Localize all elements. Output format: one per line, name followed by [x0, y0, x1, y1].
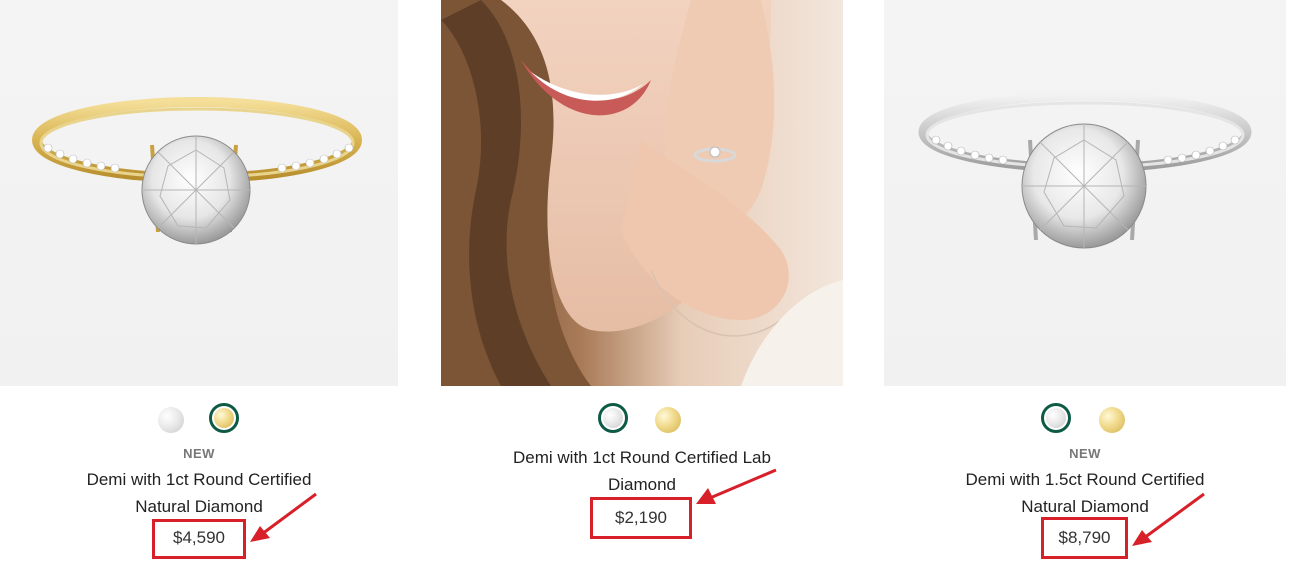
- product-title[interactable]: Demi with 1ct Round Certified Lab Diamon…: [441, 444, 843, 498]
- product-title[interactable]: Demi with 1ct Round Certified Natural Di…: [0, 466, 398, 520]
- swatch-yellow-gold[interactable]: [1097, 405, 1127, 435]
- white-gold-swatch-icon: [603, 408, 623, 428]
- product-title-line-2: Natural Diamond: [1021, 497, 1149, 516]
- product-card-1[interactable]: NEW Demi with 1ct Round Certified Natura…: [0, 0, 398, 576]
- product-title-line-1: Demi with 1ct Round Certified Lab: [513, 448, 771, 467]
- white-gold-swatch-icon: [158, 407, 184, 433]
- product-image-white-gold-ring[interactable]: [884, 0, 1286, 386]
- swatch-white-gold[interactable]: [1041, 403, 1071, 433]
- new-badge: NEW: [1069, 446, 1101, 461]
- product-image-model[interactable]: [441, 0, 843, 386]
- product-price: $4,590: [152, 519, 246, 559]
- product-title-line-1: Demi with 1.5ct Round Certified: [965, 470, 1205, 489]
- metal-swatches: [884, 403, 1286, 437]
- yellow-gold-swatch-icon: [214, 408, 234, 428]
- product-price: $2,190: [590, 497, 692, 539]
- product-card-2[interactable]: Demi with 1ct Round Certified Lab Diamon…: [441, 0, 843, 576]
- white-gold-swatch-icon: [1046, 408, 1066, 428]
- swatch-yellow-gold[interactable]: [209, 403, 239, 433]
- yellow-gold-swatch-icon: [655, 407, 681, 433]
- product-image-gold-ring[interactable]: [0, 0, 398, 386]
- product-price: $8,790: [1041, 517, 1128, 559]
- product-title-line-2: Natural Diamond: [135, 497, 263, 516]
- product-card-3[interactable]: NEW Demi with 1.5ct Round Certified Natu…: [884, 0, 1286, 576]
- yellow-gold-swatch-icon: [1099, 407, 1125, 433]
- swatch-white-gold[interactable]: [156, 405, 186, 435]
- new-badge: NEW: [183, 446, 215, 461]
- swatch-yellow-gold[interactable]: [653, 405, 683, 435]
- product-title-line-2: Diamond: [607, 475, 677, 494]
- product-title[interactable]: Demi with 1.5ct Round Certified Natural …: [884, 466, 1286, 520]
- product-title-line-1: Demi with 1ct Round Certified: [86, 470, 312, 489]
- metal-swatches: [0, 403, 398, 437]
- metal-swatches: [441, 403, 843, 437]
- swatch-white-gold[interactable]: [598, 403, 628, 433]
